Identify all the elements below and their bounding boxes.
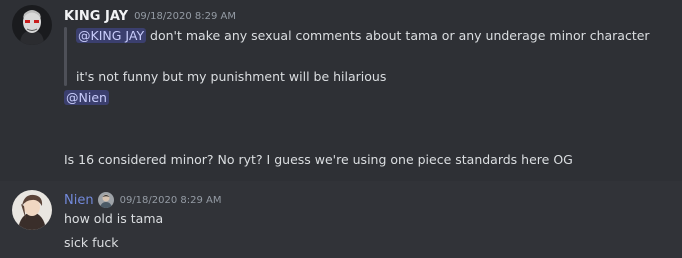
message-line-2: sick fuck bbox=[64, 235, 119, 250]
message-mention-line: @Nien bbox=[64, 89, 109, 107]
username[interactable]: Nien bbox=[64, 193, 94, 208]
mention[interactable]: @KING JAY bbox=[76, 28, 147, 43]
username[interactable]: KING JAY bbox=[64, 9, 128, 24]
avatar-image bbox=[12, 5, 52, 45]
avatar[interactable] bbox=[12, 190, 52, 230]
message-king-jay: KING JAY 09/18/2020 8:29 AM @KING JAY do… bbox=[0, 0, 682, 181]
role-icon bbox=[97, 192, 114, 208]
timestamp: 09/18/2020 8:29 AM bbox=[134, 10, 236, 22]
avatar[interactable] bbox=[12, 5, 52, 45]
quote-line-2: it's not funny but my punishment will be… bbox=[76, 69, 387, 84]
message-body: Is 16 considered minor? No ryt? I guess … bbox=[64, 152, 573, 167]
timestamp: 09/18/2020 8:29 AM bbox=[119, 194, 222, 206]
message-nien: Nien 09/18/2020 8:29 AM how old is tama … bbox=[0, 181, 682, 258]
message-line-1: how old is tama bbox=[64, 211, 164, 226]
mention[interactable]: @Nien bbox=[64, 90, 109, 105]
quote-text-1: don't make any sexual comments about tam… bbox=[146, 28, 650, 43]
quote-line-1: @KING JAY don't make any sexual comments… bbox=[76, 27, 650, 45]
message-header: KING JAY 09/18/2020 8:29 AM bbox=[64, 6, 236, 26]
role-icon-image bbox=[97, 192, 114, 208]
avatar-image bbox=[12, 190, 52, 230]
quote-bar bbox=[64, 27, 67, 86]
message-header: Nien 09/18/2020 8:29 AM bbox=[64, 190, 222, 210]
